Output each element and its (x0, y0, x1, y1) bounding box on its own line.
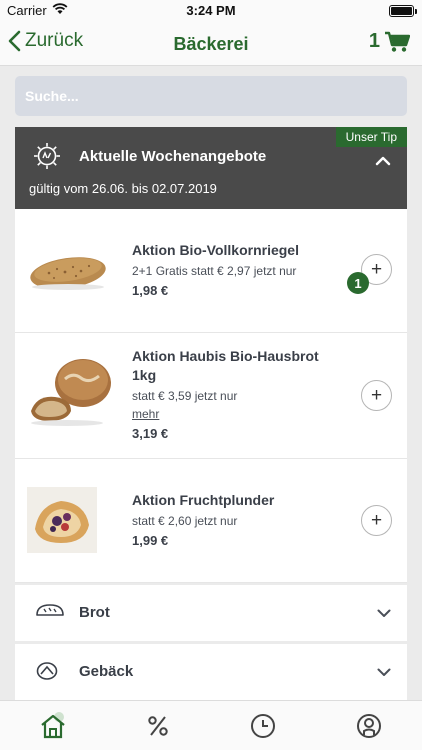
product-info: Aktion Haubis Bio-Hausbrot 1kg statt € 3… (132, 347, 319, 441)
category-row-gebaeck[interactable]: Gebäck (15, 644, 407, 700)
quantity-badge: 1 (347, 272, 369, 294)
chevron-down-icon (377, 605, 391, 623)
category-label: Gebäck (79, 663, 134, 680)
product-name: Aktion Fruchtplunder (132, 492, 275, 508)
product-price: 1,99 € (132, 533, 169, 548)
back-button[interactable]: Zurück (8, 30, 83, 52)
product-item[interactable]: Aktion Haubis Bio-Hausbrot 1kg statt € 3… (15, 333, 407, 459)
add-to-cart-button[interactable]: + (361, 380, 392, 411)
cart-button[interactable]: 1 (369, 30, 410, 53)
product-info: Aktion Fruchtplunder statt € 2,60 jetzt … (132, 491, 274, 548)
offers-title: Aktuelle Wochenangebote (79, 148, 267, 165)
battery-icon (389, 5, 417, 17)
tab-home[interactable] (38, 711, 68, 741)
product-item[interactable]: Aktion Fruchtplunder statt € 2,60 jetzt … (15, 459, 407, 583)
bread-icon (35, 601, 65, 624)
status-bar: Carrier 3:24 PM (0, 0, 422, 22)
home-icon (41, 712, 65, 739)
tab-orders[interactable] (248, 711, 278, 741)
product-name-weight: 1kg (132, 367, 157, 383)
tip-badge: Unser Tip (335, 127, 407, 147)
tab-bar (0, 700, 422, 750)
chevron-down-icon (377, 664, 391, 682)
product-info: Aktion Bio-Vollkornriegel 2+1 Gratis sta… (132, 241, 299, 298)
more-link[interactable]: mehr (132, 405, 319, 423)
product-name: Aktion Haubis Bio-Hausbrot (132, 348, 319, 364)
offer-badge-icon (33, 142, 61, 175)
product-image-fruit-pastry (27, 487, 97, 558)
percent-icon (148, 716, 168, 736)
add-to-cart-button[interactable]: + (361, 505, 392, 536)
category-label: Brot (79, 604, 110, 621)
product-item[interactable]: Aktion Bio-Vollkornriegel 2+1 Gratis sta… (15, 209, 407, 333)
back-label: Zurück (25, 30, 84, 51)
pretzel-icon (35, 660, 59, 687)
chevron-up-icon[interactable] (375, 153, 391, 171)
category-row-brot[interactable]: Brot (15, 585, 407, 641)
product-description: statt € 2,60 jetzt nur (132, 514, 238, 528)
search-input[interactable] (15, 76, 407, 116)
tab-profile[interactable] (354, 711, 384, 741)
chevron-left-icon (8, 30, 21, 52)
shopping-cart-icon (385, 31, 410, 52)
product-name: Aktion Bio-Vollkornriegel (132, 242, 299, 258)
product-price: 1,98 € (132, 283, 169, 298)
product-description: 2+1 Gratis statt € 2,97 jetzt nur (132, 264, 297, 278)
product-image-grain-bar (27, 249, 109, 298)
product-description: statt € 3,59 jetzt nur (132, 389, 238, 403)
clock-icon (251, 714, 275, 738)
cart-count: 1 (368, 30, 380, 52)
tab-offers[interactable] (143, 711, 173, 741)
weekly-offers-header[interactable]: Unser Tip Aktuelle Wochenangebote gültig… (15, 127, 407, 209)
product-price: 3,19 € (132, 426, 169, 441)
product-image-bread-loaf (27, 353, 113, 432)
profile-icon (357, 714, 381, 738)
offers-validity: gültig vom 26.06. bis 02.07.2019 (29, 181, 217, 196)
clock-time: 3:24 PM (186, 3, 236, 18)
navigation-bar: Zurück Bäckerei 1 (0, 22, 422, 66)
